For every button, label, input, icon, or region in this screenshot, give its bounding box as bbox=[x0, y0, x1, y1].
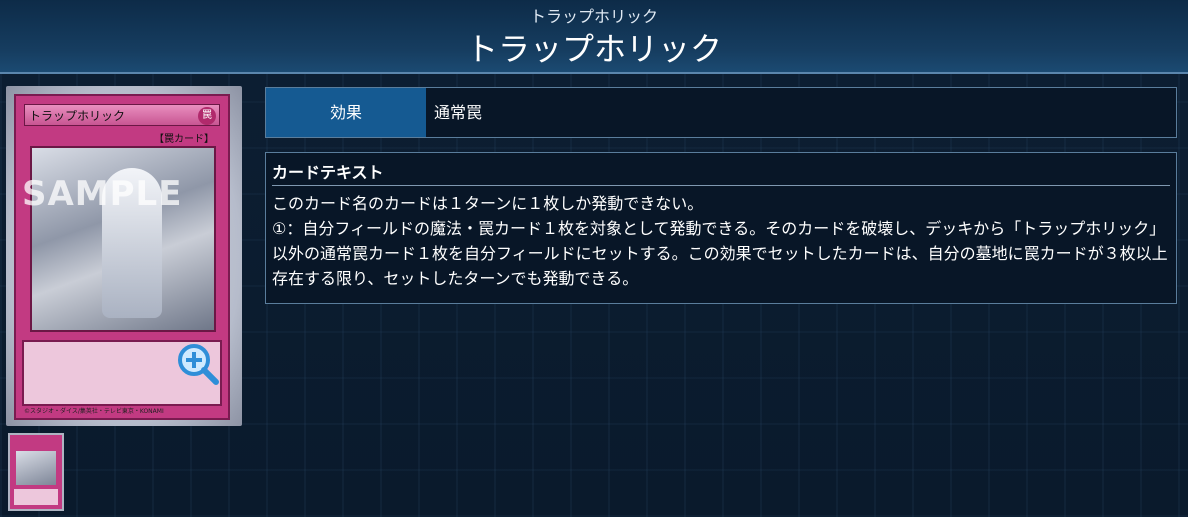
thumbnail-text-box bbox=[14, 489, 58, 505]
effect-label: 効果 bbox=[266, 88, 426, 137]
effect-value: 通常罠 bbox=[434, 103, 483, 122]
page-title: トラップホリック bbox=[465, 30, 722, 68]
sample-watermark: SAMPLE bbox=[22, 174, 183, 214]
card-type-line: 【罠カード】 bbox=[154, 134, 214, 145]
card-name-text: トラップホリック bbox=[29, 109, 126, 123]
card-text-panel: カードテキスト このカード名のカードは１ターンに１枚しか発動できない。 ①：自分… bbox=[265, 152, 1177, 304]
trap-attribute-icon: 罠 bbox=[198, 107, 216, 125]
card-name-bar: トラップホリック 罠 bbox=[24, 104, 220, 126]
card-credit: ©スタジオ・ダイス/集英社・テレビ東京・KONAMI bbox=[24, 408, 164, 415]
card-thumbnail[interactable] bbox=[8, 433, 64, 511]
zoom-in-icon[interactable] bbox=[176, 342, 220, 386]
card-text-heading: カードテキスト bbox=[272, 159, 1170, 186]
card-text-body: このカード名のカードは１ターンに１枚しか発動できない。 ①：自分フィールドの魔法… bbox=[272, 194, 1168, 288]
effect-row: 効果 通常罠 bbox=[265, 87, 1177, 138]
page-header: トラップホリック トラップホリック bbox=[0, 0, 1188, 74]
thumbnail-artwork bbox=[16, 451, 56, 485]
